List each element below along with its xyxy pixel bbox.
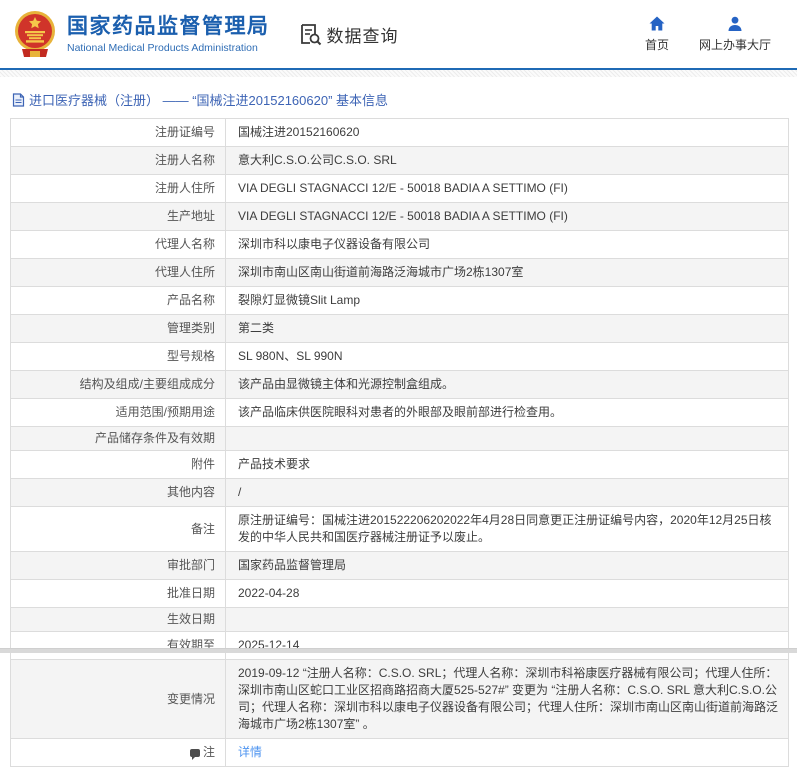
detail-link[interactable]: 详情: [238, 745, 262, 759]
row-label: 管理类别: [11, 315, 226, 343]
table-row: 适用范围/预期用途该产品临床供医院眼科对患者的外眼部及眼前部进行检查用。: [11, 399, 789, 427]
national-emblem-icon: [12, 9, 58, 59]
row-label: 审批部门: [11, 552, 226, 580]
nav-service-hall[interactable]: 网上办事大厅: [699, 15, 771, 53]
row-value: [226, 427, 789, 451]
row-value: /: [226, 479, 789, 507]
row-label: 生效日期: [11, 608, 226, 632]
row-label: 注册人住所: [11, 175, 226, 203]
footer-bar: [0, 648, 797, 653]
row-label: 代理人住所: [11, 259, 226, 287]
nav-data-query[interactable]: 数据查询: [298, 22, 399, 47]
row-value: 原注册证编号：国械注进201522206202022年4月28日同意更正注册证编…: [226, 507, 789, 552]
table-row: 注册人名称意大利C.S.O.公司C.S.O. SRL: [11, 147, 789, 175]
row-value: 该产品由显微镜主体和光源控制盒组成。: [226, 371, 789, 399]
table-row: 代理人名称深圳市科以康电子仪器设备有限公司: [11, 231, 789, 259]
row-value: 意大利C.S.O.公司C.S.O. SRL: [226, 147, 789, 175]
row-value: 国械注进20152160620: [226, 119, 789, 147]
row-label: 附件: [11, 451, 226, 479]
row-label: 有效期至: [11, 632, 226, 660]
table-row: 产品名称裂隙灯显微镜Slit Lamp: [11, 287, 789, 315]
row-label: 结构及组成/主要组成成分: [11, 371, 226, 399]
row-label: 其他内容: [11, 479, 226, 507]
row-value: 第二类: [226, 315, 789, 343]
service-hall-label: 网上办事大厅: [699, 36, 771, 53]
row-label: 批准日期: [11, 580, 226, 608]
table-row: 有效期至2025-12-14: [11, 632, 789, 660]
table-row: 生产地址VIA DEGLI STAGNACCI 12/E - 50018 BAD…: [11, 203, 789, 231]
row-label: 型号规格: [11, 343, 226, 371]
row-label: 注: [11, 739, 226, 767]
row-value: 国家药品监督管理局: [226, 552, 789, 580]
home-label: 首页: [645, 36, 669, 53]
row-label: 代理人名称: [11, 231, 226, 259]
table-row: 附件产品技术要求: [11, 451, 789, 479]
document-search-icon: [298, 22, 322, 46]
nav-home[interactable]: 首页: [645, 15, 669, 53]
table-row: 其他内容/: [11, 479, 789, 507]
row-value: 深圳市南山区南山街道前海路泛海城市广场2栋1307室: [226, 259, 789, 287]
table-row: 注详情: [11, 739, 789, 767]
table-row: 审批部门国家药品监督管理局: [11, 552, 789, 580]
breadcrumb: 进口医疗器械（注册） —— “国械注进20152160620” 基本信息: [12, 90, 797, 109]
row-label: 生产地址: [11, 203, 226, 231]
comment-icon: [190, 749, 200, 757]
row-value: 2025-12-14: [226, 632, 789, 660]
table-row: 管理类别第二类: [11, 315, 789, 343]
row-value: 产品技术要求: [226, 451, 789, 479]
person-icon: [726, 15, 744, 33]
row-value: 裂隙灯显微镜Slit Lamp: [226, 287, 789, 315]
document-icon: [12, 93, 25, 107]
home-icon: [648, 15, 666, 33]
row-label: 产品储存条件及有效期: [11, 427, 226, 451]
row-value: 详情: [226, 739, 789, 767]
row-value: VIA DEGLI STAGNACCI 12/E - 50018 BADIA A…: [226, 203, 789, 231]
table-row: 注册证编号国械注进20152160620: [11, 119, 789, 147]
info-table: 注册证编号国械注进20152160620注册人名称意大利C.S.O.公司C.S.…: [10, 118, 789, 767]
row-label: 备注: [11, 507, 226, 552]
row-label: 产品名称: [11, 287, 226, 315]
row-value: SL 980N、SL 990N: [226, 343, 789, 371]
site-title: 国家药品监督管理局: [67, 14, 270, 40]
row-value: 深圳市科以康电子仪器设备有限公司: [226, 231, 789, 259]
table-row: 产品储存条件及有效期: [11, 427, 789, 451]
row-label: 注册人名称: [11, 147, 226, 175]
row-value: 2019-09-12 “注册人名称：C.S.O. SRL；代理人名称：深圳市科裕…: [226, 660, 789, 739]
row-value: VIA DEGLI STAGNACCI 12/E - 50018 BADIA A…: [226, 175, 789, 203]
table-row: 代理人住所深圳市南山区南山街道前海路泛海城市广场2栋1307室: [11, 259, 789, 287]
row-value: 该产品临床供医院眼科对患者的外眼部及眼前部进行检查用。: [226, 399, 789, 427]
quick-links: 首页 网上办事大厅: [645, 15, 771, 53]
table-row: 备注原注册证编号：国械注进201522206202022年4月28日同意更正注册…: [11, 507, 789, 552]
row-value: [226, 608, 789, 632]
table-row: 批准日期2022-04-28: [11, 580, 789, 608]
hatch-divider: [0, 70, 797, 77]
table-row: 型号规格SL 980N、SL 990N: [11, 343, 789, 371]
brand-logo-link[interactable]: 国家药品监督管理局 National Medical Products Admi…: [12, 9, 270, 59]
table-row: 注册人住所VIA DEGLI STAGNACCI 12/E - 50018 BA…: [11, 175, 789, 203]
site-subtitle: National Medical Products Administration: [67, 42, 270, 54]
site-header: 国家药品监督管理局 National Medical Products Admi…: [0, 0, 797, 70]
row-label: 适用范围/预期用途: [11, 399, 226, 427]
row-label: 注册证编号: [11, 119, 226, 147]
breadcrumb-text: 进口医疗器械（注册） —— “国械注进20152160620” 基本信息: [29, 90, 388, 109]
table-row: 变更情况2019-09-12 “注册人名称：C.S.O. SRL；代理人名称：深…: [11, 660, 789, 739]
table-row: 生效日期: [11, 608, 789, 632]
table-row: 结构及组成/主要组成成分该产品由显微镜主体和光源控制盒组成。: [11, 371, 789, 399]
row-label: 变更情况: [11, 660, 226, 739]
row-value: 2022-04-28: [226, 580, 789, 608]
data-query-label: 数据查询: [327, 22, 399, 47]
